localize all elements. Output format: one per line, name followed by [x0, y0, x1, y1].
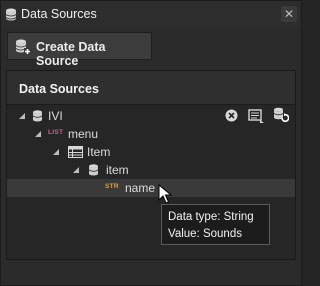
create-data-source-button[interactable]: Create Data Source: [7, 32, 152, 68]
expand-triangle-icon[interactable]: [18, 112, 26, 120]
tree-label: IVI: [48, 109, 63, 123]
mouse-pointer-icon: [158, 184, 172, 204]
string-type-tag: STR: [105, 183, 119, 190]
database-icon: [5, 8, 17, 21]
remove-icon[interactable]: [225, 109, 238, 122]
tree-label: item: [106, 163, 129, 177]
tooltip-value-line: Value: Sounds: [168, 228, 242, 240]
tree-row-item[interactable]: item: [7, 161, 295, 179]
import-icon[interactable]: [248, 108, 265, 124]
tree-row-name[interactable]: STR name: [7, 179, 295, 197]
group-header: Data Sources: [7, 71, 295, 105]
expand-triangle-icon[interactable]: [34, 130, 42, 138]
panel-title: Data Sources: [21, 7, 97, 21]
close-button[interactable]: ✕: [281, 6, 297, 22]
tree-label: name: [125, 181, 156, 195]
list-type-tag: LIST: [48, 129, 64, 136]
data-sources-panel: Data Sources ✕ Create Data Source Data S…: [0, 0, 302, 286]
close-icon: ✕: [283, 7, 295, 21]
tooltip-type-line: Data type: String: [168, 211, 254, 223]
refresh-icon[interactable]: [273, 107, 289, 123]
tooltip-type-value: String: [223, 211, 254, 223]
tree-label: menu: [68, 127, 99, 141]
tree-label: Item: [87, 145, 111, 159]
group-title: Data Sources: [19, 82, 99, 96]
tooltip-value-value: Sounds: [202, 228, 242, 240]
tooltip-type-key: Data type:: [168, 211, 221, 223]
tree-row-item-list[interactable]: Item: [7, 143, 295, 161]
database-add-icon: [15, 39, 31, 55]
expand-triangle-icon[interactable]: [72, 166, 80, 174]
table-icon: [68, 146, 83, 158]
tooltip-value-key: Value:: [168, 228, 200, 240]
database-icon: [88, 164, 99, 176]
panel-titlebar: Data Sources ✕: [1, 1, 301, 28]
database-icon: [32, 110, 43, 122]
create-data-source-label: Create Data Source: [36, 40, 106, 68]
expand-triangle-icon[interactable]: [52, 148, 60, 156]
tooltip: Data type: String Value: Sounds: [161, 204, 270, 245]
tree-row-menu[interactable]: LIST menu: [7, 125, 295, 143]
